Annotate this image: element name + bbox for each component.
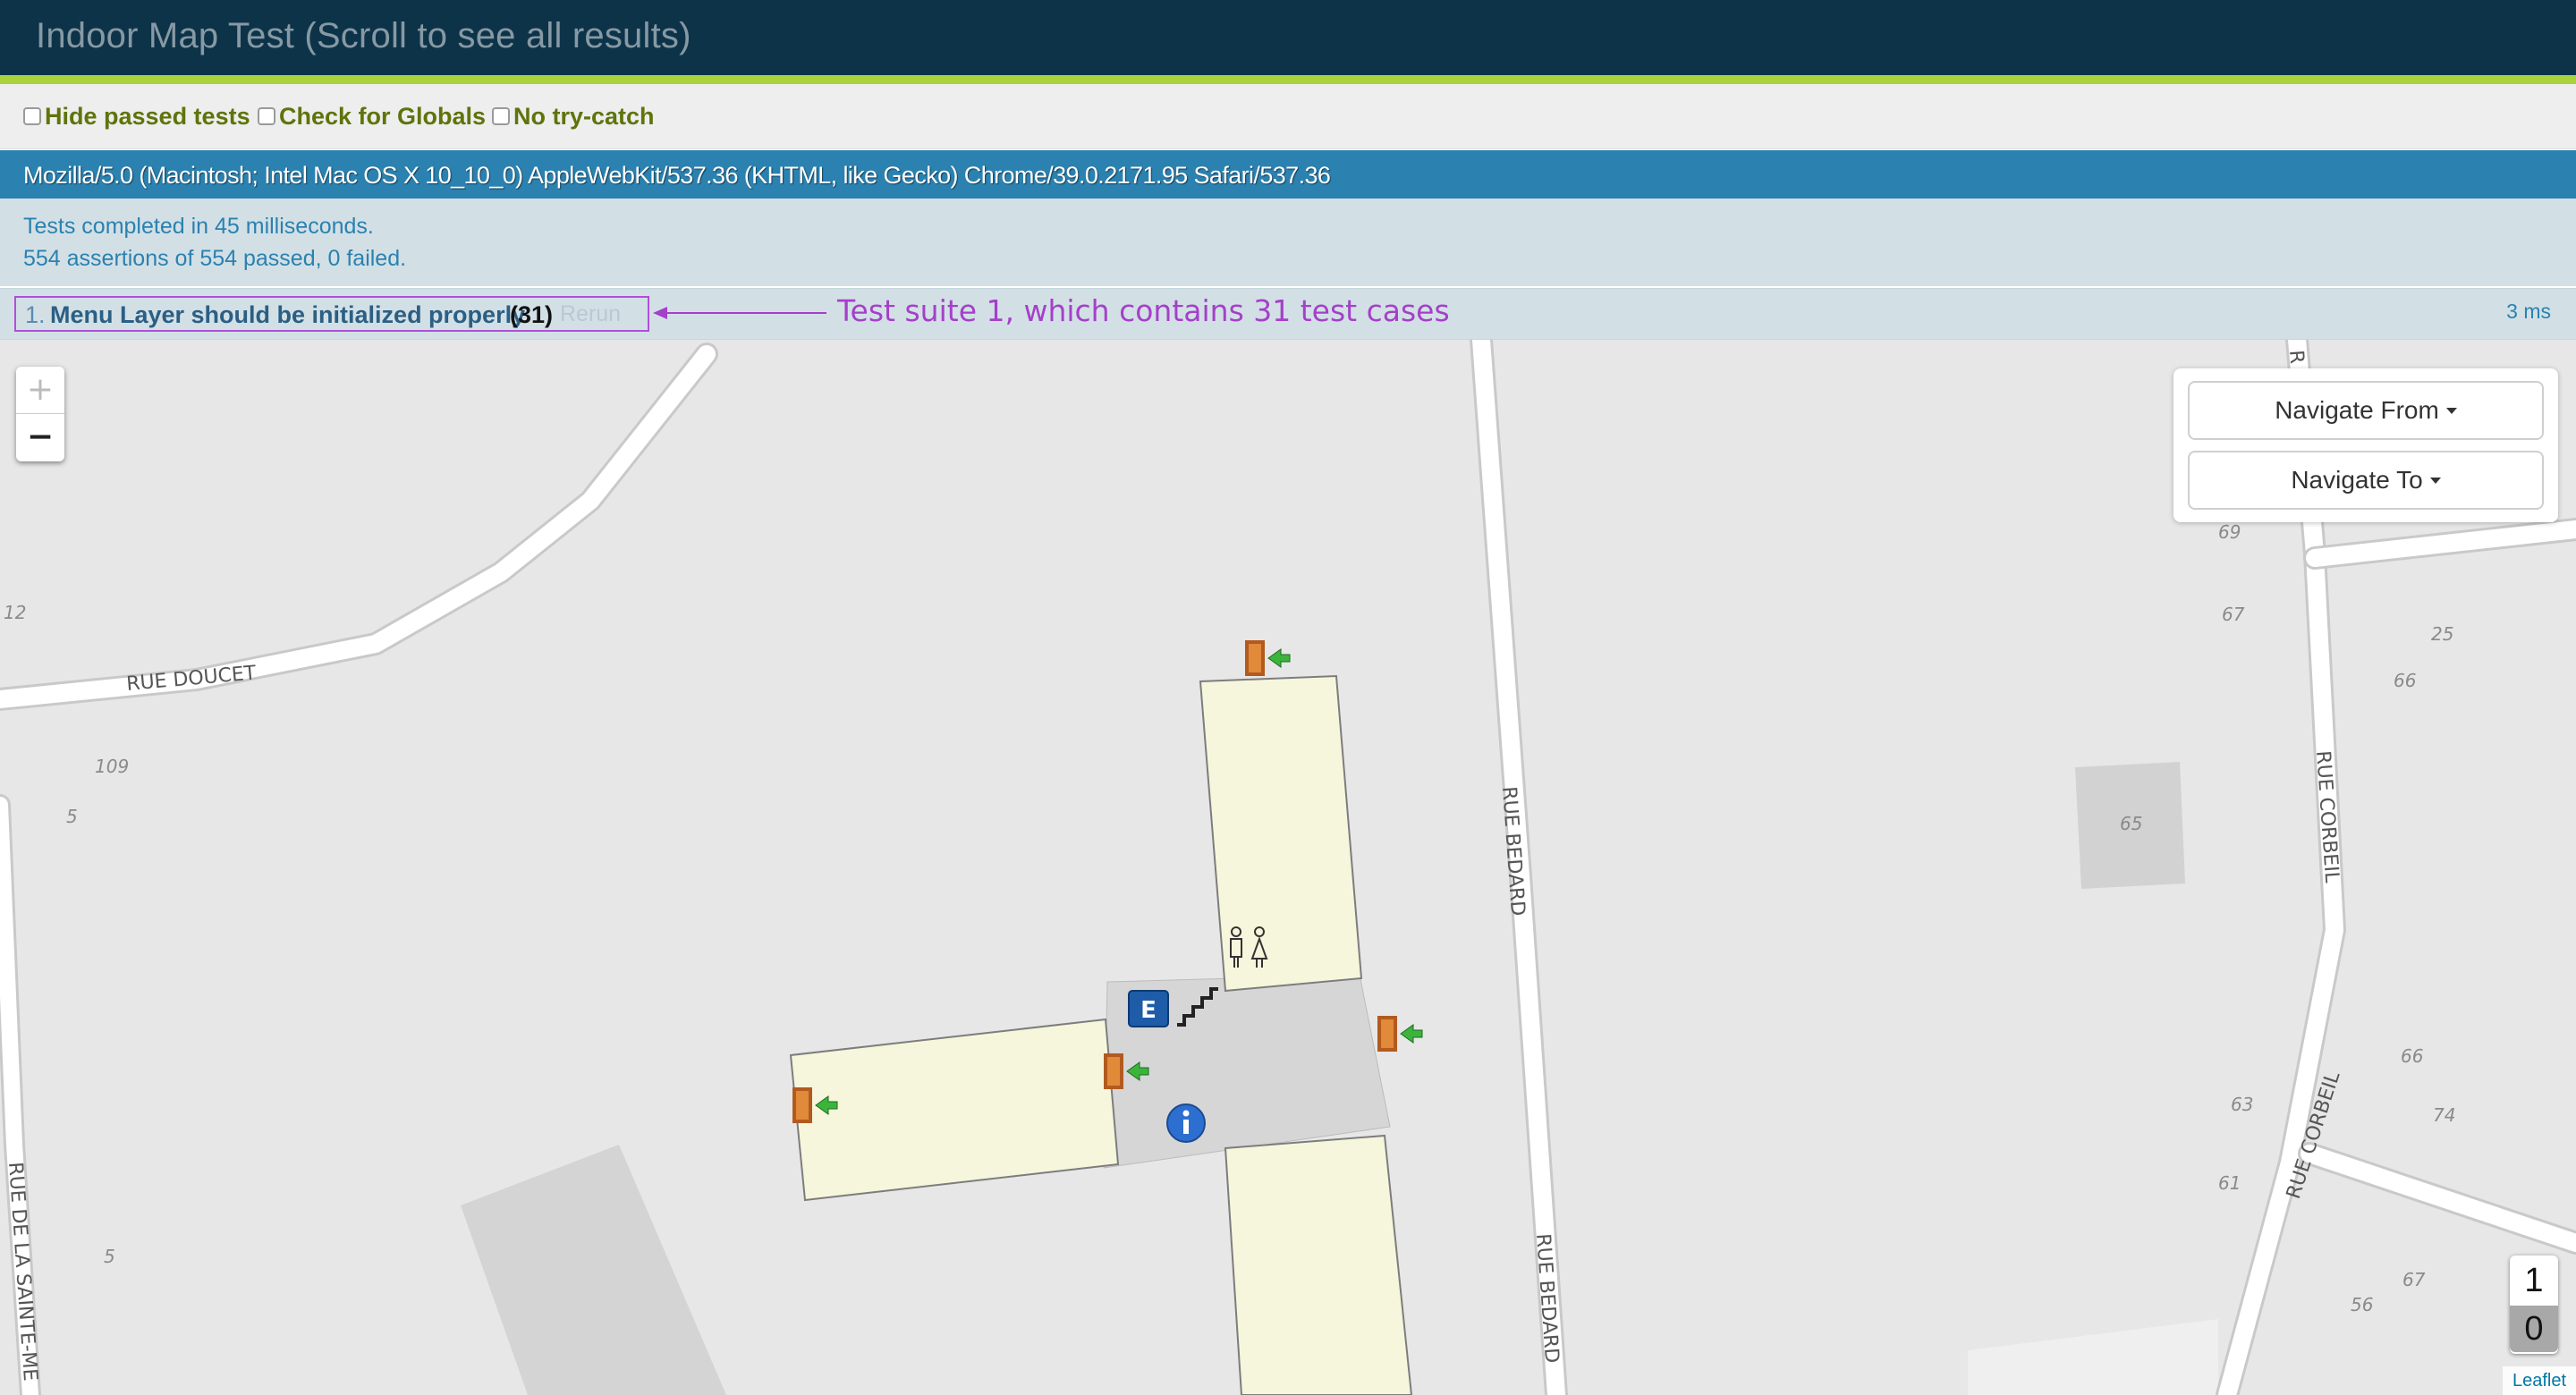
address-label: 74	[2433, 1104, 2455, 1126]
suite-runtime: 3 ms	[2506, 300, 2551, 323]
tests-completed-text: Tests completed in 45 milliseconds.	[23, 214, 374, 239]
user-agent-bar: Mozilla/5.0 (Macintosh; Intel Mac OS X 1…	[0, 150, 2576, 199]
address-label: 25	[2431, 623, 2453, 645]
building-block	[461, 1145, 726, 1395]
no-try-catch-label: No try-catch	[513, 102, 655, 130]
suite-name[interactable]: Menu Layer should be initialized properl…	[50, 301, 525, 329]
navigate-from-label: Navigate From	[2275, 396, 2439, 424]
info-icon[interactable]	[1166, 1103, 1206, 1143]
zoom-control: + −	[16, 367, 64, 461]
floor-selector: 1 0	[2510, 1256, 2558, 1354]
address-label: 66	[2394, 670, 2416, 691]
address-label: 67	[2402, 1269, 2426, 1290]
hide-passed-checkbox[interactable]	[23, 107, 41, 125]
page-title: Indoor Map Test (Scroll to see all resul…	[36, 16, 691, 55]
zoom-in-button[interactable]: +	[16, 367, 64, 414]
test-result-summary: Tests completed in 45 milliseconds. 554 …	[0, 199, 2576, 286]
address-label: 67	[2222, 604, 2245, 625]
address-label: 63	[2231, 1094, 2253, 1115]
navigate-to-label: Navigate To	[2291, 466, 2423, 494]
test-toolbar: Hide passed tests Check for Globals No t…	[0, 84, 2576, 149]
address-label: 66	[2401, 1045, 2423, 1067]
zoom-out-button[interactable]: −	[16, 414, 64, 461]
street-label-sainte: RUE DE LA SAINTE-ME	[4, 1162, 41, 1382]
hide-passed-option[interactable]: Hide passed tests	[23, 102, 250, 131]
assertions-summary-text: 554 assertions of 554 passed, 0 failed.	[23, 246, 407, 271]
check-globals-checkbox[interactable]	[258, 107, 275, 125]
indoor-map[interactable]: RUE DOUCET RUE BEDARD RUE BEDARD RUE COR…	[0, 340, 2576, 1395]
navigate-from-button[interactable]: Navigate From	[2188, 381, 2544, 440]
room-north[interactable]	[1199, 674, 1363, 993]
indoor-floor-plan	[789, 674, 1413, 1395]
address-label: 69	[2218, 521, 2241, 543]
building-block	[1968, 1319, 2218, 1395]
no-try-catch-checkbox[interactable]	[492, 107, 510, 125]
check-globals-option[interactable]: Check for Globals	[258, 102, 486, 131]
caret-down-icon	[2445, 407, 2457, 414]
caret-down-icon	[2429, 477, 2441, 484]
address-label: 5	[104, 1246, 115, 1267]
elevator-label: E	[1140, 997, 1157, 1024]
address-label: 5	[66, 806, 78, 827]
navigation-panel: Navigate From Navigate To	[2174, 368, 2558, 522]
leaflet-attribution-link[interactable]: Leaflet	[2503, 1366, 2576, 1395]
door-icon[interactable]	[1245, 640, 1291, 676]
suite-number: 1.	[25, 301, 46, 328]
room-south[interactable]	[1224, 1134, 1413, 1395]
floor-1-button[interactable]: 1	[2510, 1257, 2558, 1304]
rerun-link[interactable]: Rerun	[560, 301, 621, 327]
floor-0-button[interactable]: 0	[2510, 1306, 2558, 1352]
navigate-to-button[interactable]: Navigate To	[2188, 451, 2544, 510]
door-icon[interactable]	[1377, 1016, 1423, 1052]
room-west[interactable]	[789, 1018, 1120, 1202]
address-label: 56	[2351, 1294, 2373, 1315]
address-label: 109	[95, 756, 129, 777]
check-globals-label: Check for Globals	[279, 102, 487, 130]
hide-passed-label: Hide passed tests	[45, 102, 250, 130]
street-label-corbeil: RUE CORBEIL	[2311, 750, 2343, 884]
elevator-icon[interactable]: E	[1128, 990, 1169, 1027]
annotation-arrow-icon	[653, 307, 826, 319]
suite-test-count: (31)	[510, 301, 554, 328]
no-try-catch-option[interactable]: No try-catch	[492, 102, 655, 131]
test-header: Indoor Map Test (Scroll to see all resul…	[0, 0, 2576, 84]
street-label-r: R	[2284, 350, 2308, 365]
address-label: 12	[4, 602, 26, 623]
suite-annotation: Test suite 1, which contains 31 test cas…	[837, 293, 1450, 328]
address-label: 65	[2120, 813, 2142, 834]
address-label: 61	[2218, 1172, 2241, 1194]
user-agent-text: Mozilla/5.0 (Macintosh; Intel Mac OS X 1…	[23, 162, 1331, 189]
